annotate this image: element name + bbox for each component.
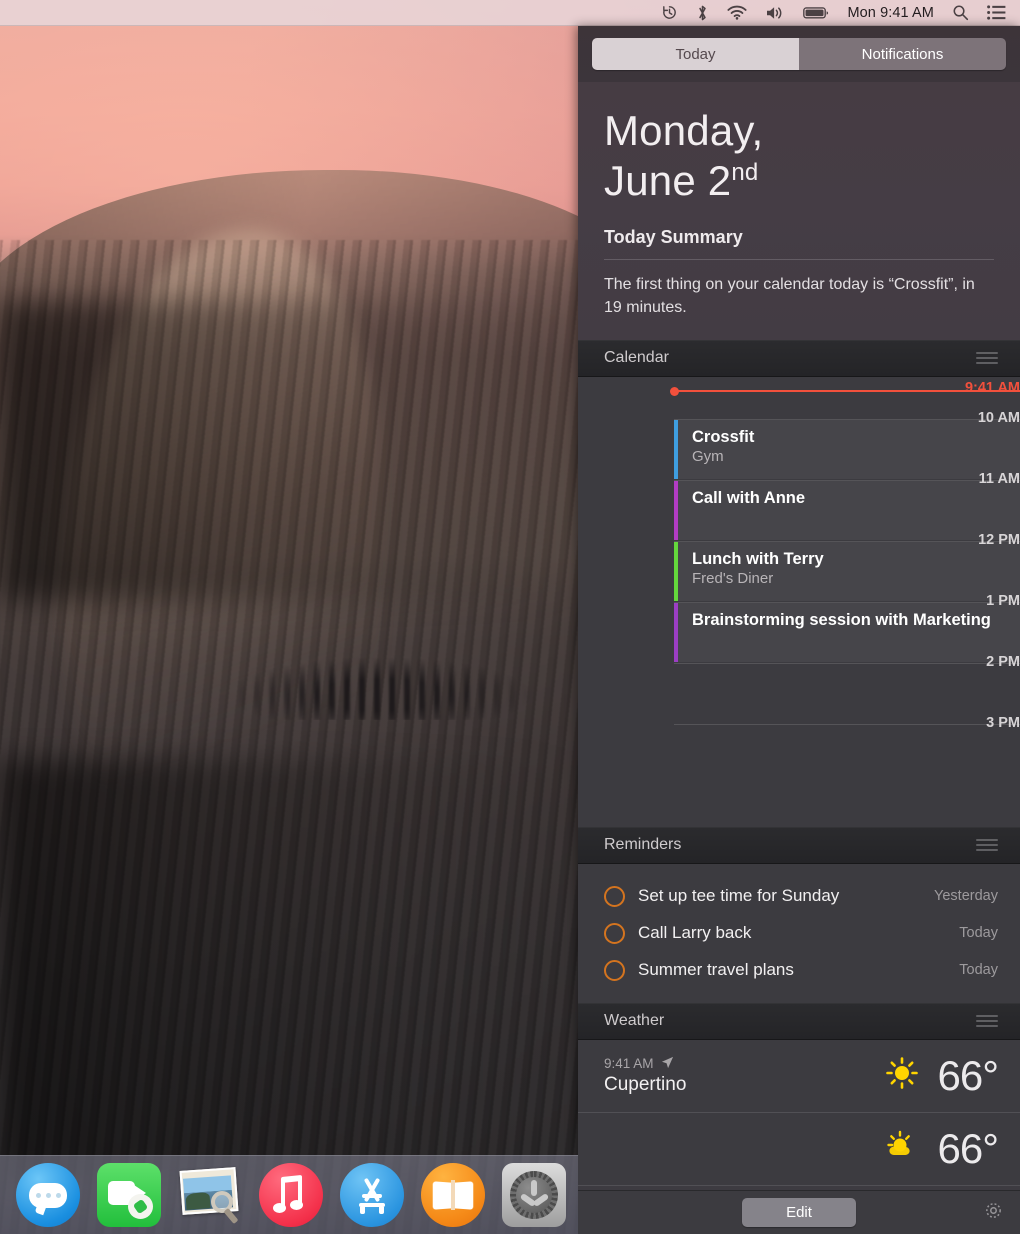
- today-summary-widget: Today Summary The first thing on your ca…: [578, 205, 1020, 340]
- weather-row[interactable]: 66°: [578, 1113, 1020, 1186]
- reminders-list: Set up tee time for Sunday Yesterday Call …: [578, 864, 1020, 1003]
- drag-handle-icon[interactable]: [976, 1015, 998, 1028]
- location-arrow-icon: [661, 1056, 674, 1072]
- calendar-now-label: 9:41 AM: [964, 379, 1020, 396]
- reminders-section-header[interactable]: Reminders: [578, 826, 1020, 864]
- edit-button[interactable]: Edit: [742, 1198, 856, 1227]
- today-notifications-segmented-control[interactable]: Today Notifications: [592, 38, 1006, 70]
- weather-time: 9:41 AM: [604, 1056, 654, 1072]
- weather-row[interactable]: 9:41 AM Cupertino 66°: [578, 1040, 1020, 1113]
- calendar-event[interactable]: Brainstorming session with Marketing: [674, 602, 1020, 662]
- weather-widget: 9:41 AM Cupertino 66° 66°: [578, 1039, 1020, 1186]
- dock-item-preview[interactable]: [178, 1163, 242, 1227]
- dock-item-app-store[interactable]: [340, 1163, 404, 1227]
- battery-icon[interactable]: [803, 6, 829, 20]
- dock-item-ibooks[interactable]: [421, 1163, 485, 1227]
- calendar-event-location: Gym: [692, 448, 724, 466]
- reminder-due-label: Today: [959, 925, 998, 942]
- reminder-checkbox[interactable]: [604, 885, 625, 907]
- today-summary-body: The first thing on your calendar today i…: [604, 276, 975, 316]
- reminder-row[interactable]: Summer travel plans Today: [604, 952, 998, 989]
- treeline: [230, 630, 530, 720]
- weather-row-location: 9:41 AM Cupertino: [604, 1056, 885, 1096]
- summary-divider: [604, 259, 994, 261]
- menu-bar-clock[interactable]: Mon 9:41 AM: [847, 5, 934, 21]
- reminders-widget: Set up tee time for Sunday Yesterday Call …: [578, 863, 1020, 1003]
- calendar-now-line: [674, 389, 1020, 392]
- reminder-text: Summer travel plans: [638, 960, 794, 980]
- reminder-row[interactable]: Call Larry back Today: [604, 915, 998, 952]
- weather-time-row: 9:41 AM: [604, 1056, 885, 1072]
- weather-temperature: 66°: [937, 1051, 999, 1099]
- date-line-monthday: June 2nd: [604, 156, 994, 206]
- notification-center-icon[interactable]: [987, 5, 1006, 20]
- reminder-checkbox[interactable]: [604, 959, 625, 981]
- time-machine-icon[interactable]: [661, 4, 678, 21]
- reminder-due-label: Yesterday: [934, 888, 998, 905]
- reminder-checkbox[interactable]: [604, 922, 625, 944]
- calendar-now-dot: [670, 386, 679, 396]
- dock: [0, 1155, 578, 1234]
- calendar-event[interactable]: Crossfit Gym: [674, 419, 1020, 479]
- tab-notifications[interactable]: Notifications: [799, 38, 1006, 70]
- today-view-scroll[interactable]: Monday, June 2nd Today Summary The first…: [578, 82, 1020, 1190]
- sun-icon: [885, 1056, 919, 1095]
- tab-today[interactable]: Today: [592, 38, 799, 70]
- notification-center-header: Today Notifications: [578, 26, 1020, 82]
- reminder-due-label: Today: [959, 962, 998, 979]
- volume-icon[interactable]: [765, 5, 785, 21]
- calendar-event-location: Fred's Diner: [692, 570, 774, 588]
- reminder-row[interactable]: Set up tee time for Sunday Yesterday: [604, 878, 998, 915]
- weather-temperature: 66°: [937, 1124, 999, 1172]
- rock-shadow-lower: [0, 760, 580, 1180]
- weather-city: Cupertino: [604, 1073, 687, 1095]
- gear-icon[interactable]: [983, 1200, 1004, 1226]
- notification-center-footer: Edit: [578, 1190, 1020, 1234]
- calendar-event[interactable]: Call with Anne: [674, 480, 1020, 540]
- calendar-event-title: Lunch with Terry: [692, 549, 824, 568]
- wifi-icon[interactable]: [727, 5, 747, 20]
- date-header: Monday, June 2nd: [578, 82, 1020, 206]
- dock-item-facetime[interactable]: [97, 1163, 161, 1227]
- dock-item-messages[interactable]: [16, 1163, 80, 1227]
- screen: Mon 9:41 AM Today Notifications Monday, …: [0, 0, 1020, 1234]
- reminder-text: Set up tee time for Sunday: [638, 886, 840, 906]
- calendar-event-title: Brainstorming session with Marketing: [692, 610, 991, 629]
- menu-bar: Mon 9:41 AM: [0, 0, 1020, 26]
- calendar-event-title: Crossfit: [692, 427, 755, 446]
- date-ordinal-suffix: nd: [731, 158, 759, 186]
- reminders-section-title: Reminders: [604, 836, 682, 854]
- bluetooth-icon[interactable]: [696, 4, 709, 22]
- date-month-day: June 2: [604, 156, 732, 204]
- today-summary-title: Today Summary: [604, 227, 743, 248]
- spotlight-search-icon[interactable]: [952, 4, 969, 21]
- drag-handle-icon[interactable]: [976, 839, 998, 852]
- dock-item-system-preferences[interactable]: [502, 1163, 566, 1227]
- reminder-text: Call Larry back: [638, 923, 752, 943]
- calendar-event-title: Call with Anne: [692, 488, 806, 507]
- calendar-section-header[interactable]: Calendar: [578, 339, 1020, 377]
- sun-behind-cloud-icon: [885, 1129, 919, 1168]
- calendar-widget: 9:41 AM 10 AM 11 AM 12 PM 1 PM 2 PM 3 PM Crossf…: [578, 376, 1020, 827]
- calendar-event[interactable]: Lunch with Terry Fred's Diner: [674, 541, 1020, 601]
- rock-shadow-upper: [0, 300, 580, 600]
- date-line-weekday: Monday,: [604, 107, 764, 154]
- weather-section-header[interactable]: Weather: [578, 1002, 1020, 1040]
- weather-section-title: Weather: [604, 1012, 665, 1030]
- drag-handle-icon[interactable]: [976, 352, 998, 365]
- calendar-hour-label: 3 PM: [986, 714, 1020, 731]
- calendar-timeline[interactable]: 9:41 AM 10 AM 11 AM 12 PM 1 PM 2 PM 3 PM Crossf…: [578, 377, 1020, 827]
- calendar-section-title: Calendar: [604, 349, 669, 367]
- dock-item-itunes[interactable]: [259, 1163, 323, 1227]
- notification-center-panel: Today Notifications Monday, June 2nd Tod…: [578, 26, 1020, 1234]
